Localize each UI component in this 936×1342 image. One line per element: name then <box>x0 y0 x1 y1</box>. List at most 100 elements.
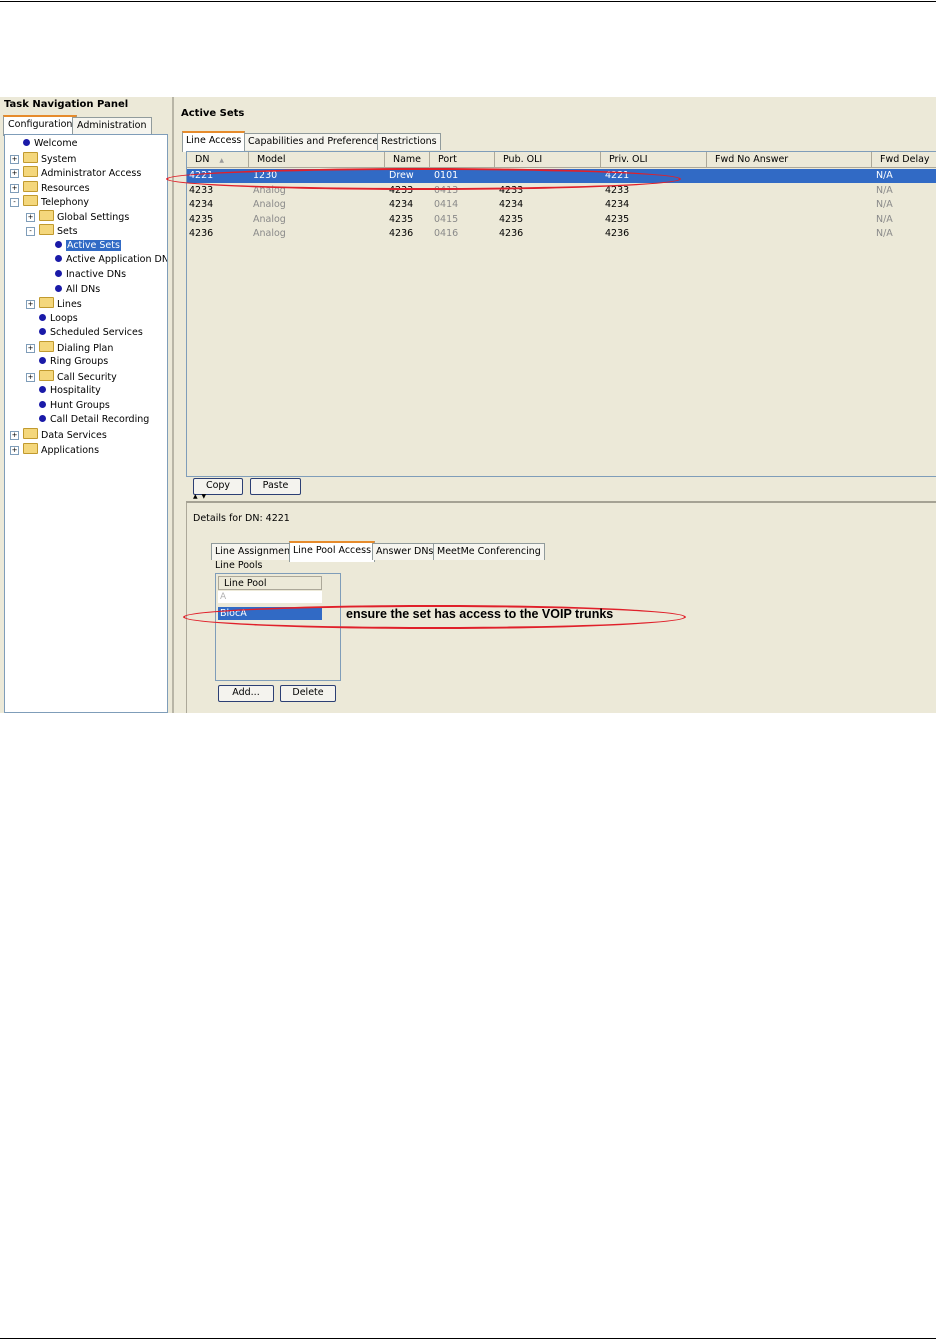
table-cell-name: 4234 <box>389 199 414 211</box>
splitter-arrows-icon[interactable]: ▲ ▼ <box>193 493 207 500</box>
table-row[interactable]: 4235 Analog 4235 0415 4235 4235 N/A <box>187 213 936 227</box>
expand-icon[interactable]: + <box>10 445 19 455</box>
tree-item[interactable]: - Sets <box>5 224 165 238</box>
expand-icon[interactable]: + <box>10 431 19 440</box>
column-header[interactable]: Name <box>385 152 430 167</box>
line-pools-label: Line Pools <box>215 560 263 571</box>
panel-divider[interactable] <box>172 97 174 713</box>
line-pool-row[interactable]: A <box>218 591 322 603</box>
tree-item[interactable]: All DNs <box>5 283 165 297</box>
tab-line-access[interactable]: Line Access <box>182 131 246 152</box>
tree-item-label: Telephony <box>41 197 90 209</box>
table-cell-port: 0415 <box>434 213 459 225</box>
column-header-label: Pub. OLI <box>503 154 543 165</box>
tree-item[interactable]: + Applications <box>5 442 165 457</box>
tree-item-label: Active Sets <box>66 239 121 251</box>
expand-icon[interactable]: + <box>26 300 35 310</box>
table-cell-fwd-no-answer <box>709 198 874 212</box>
folder-icon <box>39 224 54 236</box>
table-row[interactable]: 4234 Analog 4234 0414 4234 4234 N/A <box>187 198 936 212</box>
tab-administration[interactable]: Administration <box>72 117 152 134</box>
tree-item[interactable]: Hunt Groups <box>5 399 165 413</box>
table-cell-fwd-no-answer <box>709 213 874 227</box>
table-cell-fwd-delay: N/A <box>876 228 893 240</box>
tree-item[interactable]: Loops <box>5 312 165 326</box>
tree-item[interactable]: + Global Settings <box>5 209 165 224</box>
dot-icon <box>39 400 46 408</box>
tree-item[interactable]: + Call Security <box>5 369 165 384</box>
dot-icon <box>39 313 46 321</box>
tree-item-label: Resources <box>41 182 90 194</box>
table-row[interactable]: 4236 Analog 4236 0416 4236 4236 N/A <box>187 227 936 241</box>
table-cell-dn: 4234 <box>189 199 214 211</box>
column-header[interactable]: Priv. OLI <box>601 152 707 167</box>
top-rule <box>0 1 936 2</box>
column-header-label: Fwd No Answer <box>715 154 789 165</box>
column-header[interactable]: Fwd Delay <box>872 152 936 167</box>
tree-item[interactable]: Active Application DNs <box>5 253 167 267</box>
tree-item[interactable]: Welcome <box>5 137 165 151</box>
tree-item[interactable]: + Resources <box>5 180 165 195</box>
tab-meetme-conferencing[interactable]: MeetMe Conferencing <box>433 543 545 560</box>
table-cell-fwd-delay: N/A <box>876 213 893 225</box>
column-header[interactable]: Pub. OLI <box>495 152 601 167</box>
tab-configuration[interactable]: Configuration <box>3 115 78 136</box>
tree-item-label: Call Detail Recording <box>50 414 150 426</box>
expand-icon[interactable]: + <box>26 343 35 353</box>
folder-icon <box>23 166 38 178</box>
tab-restrictions[interactable]: Restrictions <box>377 133 441 150</box>
expand-icon[interactable]: + <box>26 212 35 222</box>
tree-item[interactable]: Active Sets <box>5 239 165 253</box>
line-pool-column-header[interactable]: Line Pool <box>218 576 322 590</box>
tree-item[interactable]: Call Detail Recording <box>5 413 165 427</box>
tree-item[interactable]: Scheduled Services <box>5 326 165 340</box>
table-cell-model: Analog <box>253 228 286 240</box>
bottom-rule <box>0 1338 936 1339</box>
folder-icon <box>23 442 38 454</box>
nav-panel-title: Task Navigation Panel <box>4 99 129 110</box>
tree-item-label: Hunt Groups <box>50 399 110 411</box>
details-label: Details for DN: 4221 <box>193 513 290 524</box>
column-header[interactable]: Fwd No Answer <box>707 152 872 167</box>
expand-icon[interactable]: + <box>10 169 19 179</box>
expand-icon[interactable]: + <box>26 372 35 382</box>
column-header-label: Fwd Delay <box>880 154 930 165</box>
tree-item[interactable]: + Dialing Plan <box>5 340 165 355</box>
collapse-icon[interactable]: - <box>10 198 19 208</box>
tree-item[interactable]: Hospitality <box>5 384 165 398</box>
table-cell-fwd-no-answer <box>709 169 874 183</box>
dot-icon <box>39 328 46 336</box>
tab-capabilities-and-preferences[interactable]: Capabilities and Preferences <box>244 133 388 150</box>
tab-answer-dns[interactable]: Answer DNs <box>372 543 438 560</box>
collapse-icon[interactable]: - <box>26 227 35 237</box>
column-header[interactable]: DN ▲ <box>187 152 249 167</box>
expand-icon[interactable]: + <box>10 154 19 164</box>
table-cell-port: 0416 <box>434 228 459 240</box>
column-header[interactable]: Model <box>249 152 385 167</box>
tree-item-label: Sets <box>57 226 78 238</box>
column-header[interactable]: Port <box>430 152 495 167</box>
tab-line-pool-access[interactable]: Line Pool Access <box>289 541 376 562</box>
tree-item[interactable]: Ring Groups <box>5 355 165 369</box>
tree-item-label: Inactive DNs <box>66 268 127 280</box>
dot-icon <box>55 255 62 263</box>
delete-button[interactable]: Delete <box>280 685 336 702</box>
folder-icon <box>39 209 54 221</box>
tree-item[interactable]: + Administrator Access <box>5 166 165 180</box>
table-cell-priv-oli: 4234 <box>605 199 630 211</box>
tree-item[interactable]: + Data Services <box>5 428 165 442</box>
tree-item[interactable]: Inactive DNs <box>5 268 165 282</box>
folder-icon <box>23 180 38 192</box>
add-button[interactable]: Add... <box>218 685 274 702</box>
tree-item[interactable]: - Telephony <box>5 195 165 209</box>
tree-item-label: All DNs <box>66 283 101 295</box>
application-screenshot: Task Navigation Panel Configuration Admi… <box>0 97 936 713</box>
tree-item-label: System <box>41 153 77 165</box>
tree-item[interactable]: + System <box>5 151 165 166</box>
table-cell-pub-oli: 4234 <box>499 199 524 211</box>
paste-button[interactable]: Paste <box>250 478 301 495</box>
tree-item[interactable]: + Lines <box>5 297 165 311</box>
tab-line-assignment[interactable]: Line Assignment <box>211 543 298 560</box>
expand-icon[interactable]: + <box>10 183 19 193</box>
table-cell-fwd-delay: N/A <box>876 170 893 181</box>
